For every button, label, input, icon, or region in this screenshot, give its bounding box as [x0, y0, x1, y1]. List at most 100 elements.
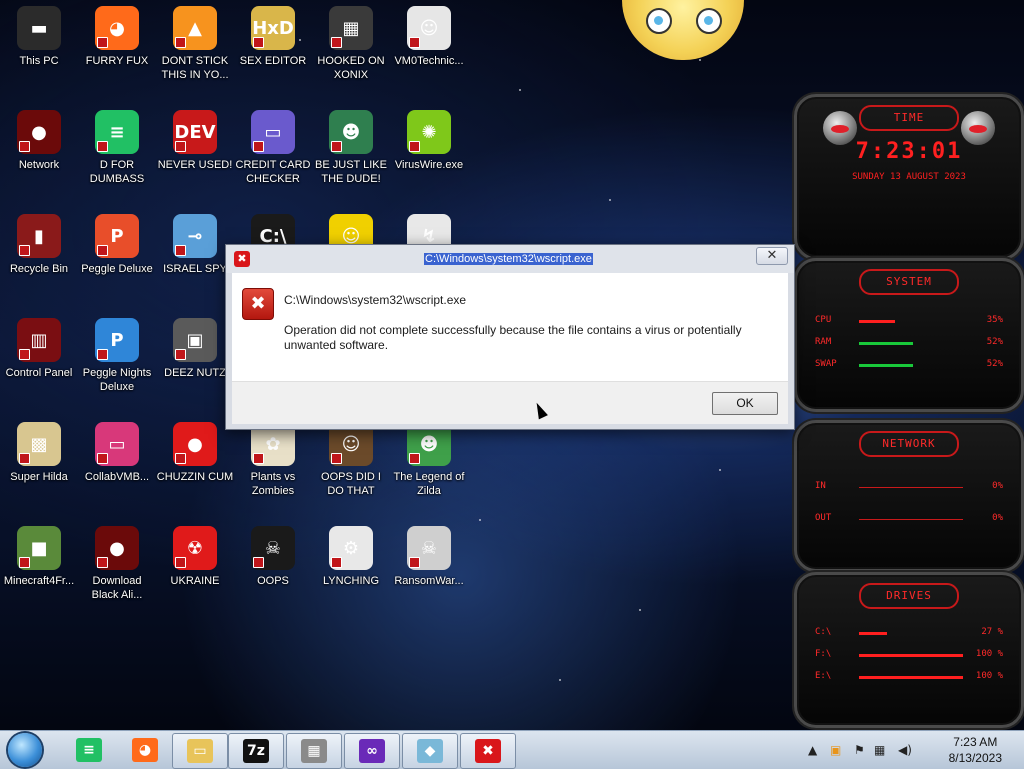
- tray-app-icon[interactable]: ▣: [830, 743, 841, 757]
- desktop-icon[interactable]: ☻ BE JUST LIKE THE DUDE!: [312, 106, 390, 186]
- desktop-icon-label: Recycle Bin: [9, 263, 69, 275]
- shortcut-arrow-icon: [97, 349, 108, 360]
- desktop-icon[interactable]: ● Network: [0, 106, 78, 172]
- desktop-icon-image: ☠: [407, 526, 451, 570]
- clock[interactable]: 7:23 AM 8/13/2023: [949, 734, 1002, 766]
- desktop-icon[interactable]: P Peggle Deluxe: [78, 210, 156, 276]
- close-button[interactable]: ✕: [756, 247, 788, 265]
- desktop-icon[interactable]: ☠ OOPS: [234, 522, 312, 588]
- drive-usage-bar: [859, 654, 963, 657]
- network-icon[interactable]: ▦: [874, 743, 885, 757]
- desktop-icon-label: This PC: [19, 55, 59, 67]
- taskbar-7zip[interactable]: 7z: [228, 733, 284, 769]
- shortcut-arrow-icon: [409, 37, 420, 48]
- drives-gadget[interactable]: DRIVES C:\ 27 % F:\ 100 % E:\ 100 %: [794, 572, 1024, 728]
- desktop-icon-label: The Legend of Zilda: [393, 471, 465, 497]
- taskbar-mask[interactable]: ∞: [344, 733, 400, 769]
- desktop-icon-image: ≡: [95, 110, 139, 154]
- cpu-label: CPU: [815, 315, 832, 325]
- network-out-label: OUT: [815, 513, 832, 523]
- desktop-icon-image: ☻: [329, 110, 373, 154]
- desktop-icon[interactable]: ⊸ ISRAEL SPY: [156, 210, 234, 276]
- desktop-icon[interactable]: ▲ DONT STICK THIS IN YO...: [156, 2, 234, 82]
- shortcut-arrow-icon: [331, 141, 342, 152]
- desktop-icon[interactable]: ◕ FURRY FUX: [78, 2, 156, 68]
- taskbar-firefox[interactable]: ◕: [118, 733, 172, 767]
- taskbar: ≡ ◕ ▭ 7z ▦ ∞ ◆ ✖ ▲ ▣ ⚑ ▦ ◀) 7:23 AM 8/13/2023: [0, 730, 1024, 769]
- taskbar-wall[interactable]: ▦: [286, 733, 342, 769]
- drive-row: E:\ 100 %: [815, 665, 1003, 687]
- wscript-error-dialog[interactable]: ✖ C:\Windows\system32\wscript.exe ✕ ✖ C:…: [225, 244, 795, 430]
- desktop-icon-image: ☺: [407, 6, 451, 50]
- desktop-icon[interactable]: ▥ Control Panel: [0, 314, 78, 380]
- desktop-icon-glyph: ▩: [30, 433, 48, 455]
- taskbar-notes[interactable]: ◆: [402, 733, 458, 769]
- desktop-icon-image: HxD: [251, 6, 295, 50]
- taskbar-explorer[interactable]: ▭: [172, 733, 228, 769]
- clock-time: 7:23 AM: [953, 735, 998, 749]
- desktop-icon[interactable]: ≡ D FOR DUMBASS: [78, 106, 156, 186]
- desktop-icon-glyph: ▣: [186, 329, 204, 351]
- tray-expand-icon[interactable]: ▲: [808, 743, 817, 757]
- shortcut-arrow-icon: [175, 141, 186, 152]
- ram-bar: [859, 342, 914, 345]
- time-gadget[interactable]: TIME 7:23:01 SUNDAY 13 AUGUST 2023: [794, 94, 1024, 260]
- desktop-icon-glyph: ●: [31, 121, 47, 143]
- desktop-icon[interactable]: ▩ Super Hilda: [0, 418, 78, 484]
- desktop-icon[interactable]: ✿ Plants vs Zombies: [234, 418, 312, 498]
- shortcut-arrow-icon: [409, 141, 420, 152]
- flag-icon[interactable]: ⚑: [854, 743, 865, 757]
- desktop-icon-image: ▬: [17, 6, 61, 50]
- desktop-icon[interactable]: ● Download Black Ali...: [78, 522, 156, 602]
- desktop-icon[interactable]: ☢ UKRAINE: [156, 522, 234, 588]
- desktop-icon[interactable]: ▭ CollabVMB...: [78, 418, 156, 484]
- dialog-message: Operation did not complete successfully …: [284, 323, 742, 352]
- shortcut-arrow-icon: [253, 37, 264, 48]
- shortcut-arrow-icon: [19, 557, 30, 568]
- desktop-icon[interactable]: P Peggle Nights Deluxe: [78, 314, 156, 394]
- network-out-value: 0%: [992, 513, 1003, 523]
- shortcut-arrow-icon: [331, 37, 342, 48]
- desktop-icon[interactable]: ☠ RansomWar...: [390, 522, 468, 588]
- desktop-icon-glyph: ☻: [419, 433, 439, 455]
- desktop-icon-label: DONT STICK THIS IN YO...: [161, 55, 229, 81]
- time-title: TIME: [859, 105, 959, 131]
- taskbar-error[interactable]: ✖: [460, 733, 516, 769]
- network-in-label: IN: [815, 481, 826, 491]
- desktop-icon-image: P: [95, 318, 139, 362]
- desktop-icon[interactable]: ■ Minecraft4Fr...: [0, 522, 78, 588]
- desktop-icon-glyph: ▬: [30, 17, 48, 39]
- network-title: NETWORK: [859, 431, 959, 457]
- ok-button[interactable]: OK: [712, 392, 778, 415]
- desktop-icon[interactable]: DEV NEVER USED!: [156, 106, 234, 172]
- desktop-icon[interactable]: ☺ OOPS DID I DO THAT: [312, 418, 390, 498]
- taskbar-messages[interactable]: ≡: [62, 733, 116, 767]
- desktop-icon[interactable]: ● CHUZZIN CUM: [156, 418, 234, 484]
- desktop-icon-glyph: ◕: [109, 17, 125, 39]
- desktop-icon[interactable]: ▭ CREDIT CARD CHECKER: [234, 106, 312, 186]
- desktop-icon-label: Super Hilda: [10, 471, 68, 483]
- desktop-icon-glyph: HxD: [252, 17, 294, 39]
- desktop-icon-glyph: ●: [187, 433, 203, 455]
- desktop-icon-glyph: P: [110, 225, 124, 247]
- desktop-icon-image: ▭: [251, 110, 295, 154]
- desktop-icon-label: DEEZ NUTZ: [164, 367, 226, 379]
- desktop-icon[interactable]: ☻ The Legend of Zilda: [390, 418, 468, 498]
- desktop-icon-label: Download Black Ali...: [91, 575, 143, 601]
- volume-icon[interactable]: ◀): [898, 743, 912, 757]
- network-gadget[interactable]: NETWORK IN 0% OUT 0%: [794, 420, 1024, 572]
- dialog-titlebar[interactable]: ✖ C:\Windows\system32\wscript.exe ✕: [226, 245, 794, 273]
- desktop-icon[interactable]: ☺ VM0Technic...: [390, 2, 468, 68]
- desktop-icon-label: ISRAEL SPY: [163, 263, 227, 275]
- desktop-icon[interactable]: HxD SEX EDITOR: [234, 2, 312, 68]
- desktop-icon[interactable]: ▣ DEEZ NUTZ: [156, 314, 234, 380]
- shortcut-arrow-icon: [253, 453, 264, 464]
- desktop-icon[interactable]: ▮ Recycle Bin: [0, 210, 78, 276]
- desktop-icon[interactable]: ▬ This PC: [0, 2, 78, 68]
- desktop-icon[interactable]: ▦ HOOKED ON XONIX: [312, 2, 390, 82]
- start-button[interactable]: [8, 733, 42, 767]
- desktop-icon[interactable]: ✺ VirusWire.exe: [390, 106, 468, 172]
- shortcut-arrow-icon: [19, 453, 30, 464]
- system-gadget[interactable]: SYSTEM CPU 35% RAM 52% SWAP 52%: [794, 258, 1024, 412]
- desktop-icon[interactable]: ⚙ LYNCHING: [312, 522, 390, 588]
